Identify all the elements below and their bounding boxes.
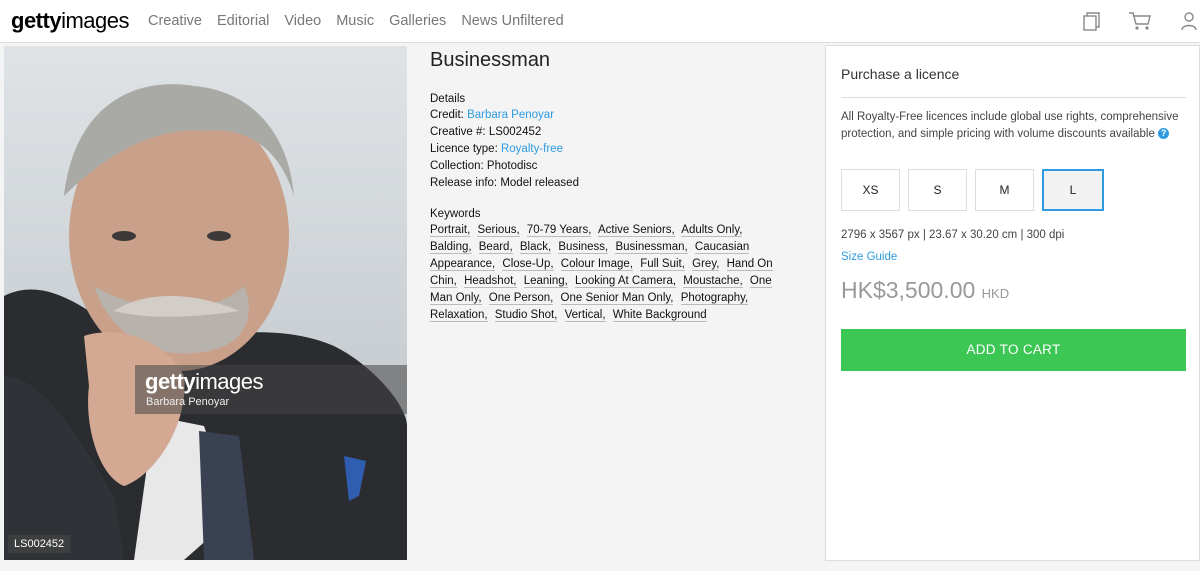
keyword-link[interactable]: 70-79 Years,	[526, 224, 592, 237]
release-value: Model released	[500, 177, 579, 189]
keyword-link[interactable]: Beard,	[478, 241, 513, 254]
keyword-link[interactable]: Serious,	[477, 224, 520, 237]
keyword-link[interactable]: Photography,	[680, 292, 749, 305]
user-icon[interactable]	[1178, 10, 1200, 32]
image-dimensions: 2796 x 3567 px | 23.67 x 30.20 cm | 300 …	[841, 229, 1065, 241]
licence-type-link[interactable]: Royalty-free	[501, 143, 563, 155]
size-option-m[interactable]: M	[975, 169, 1034, 211]
creative-label: Creative #:	[430, 126, 486, 138]
details-heading: Details	[430, 93, 466, 105]
help-icon[interactable]: ?	[1158, 128, 1170, 140]
price-amount: HK$3,500.00	[841, 277, 976, 303]
keyword-link[interactable]: Full Suit,	[640, 258, 685, 271]
licence-description-text: All Royalty-Free licences include global…	[841, 111, 1179, 140]
collection-row: Collection: Photodisc	[430, 159, 810, 173]
size-option-s[interactable]: S	[908, 169, 967, 211]
collection-value: Photodisc	[486, 160, 538, 172]
keyword-link[interactable]: White Background	[612, 309, 707, 322]
purchase-title: Purchase a licence	[841, 66, 960, 82]
keyword-link[interactable]: Adults Only,	[681, 224, 743, 237]
watermark-logo: gettyimages	[145, 369, 263, 395]
licence-type-row: Licence type: Royalty-free	[430, 142, 810, 156]
keyword-link[interactable]: Studio Shot,	[494, 309, 558, 322]
keyword-link[interactable]: Leaning,	[523, 275, 568, 288]
credit-label: Credit:	[430, 109, 464, 121]
price: HK$3,500.00 HKD	[841, 277, 1009, 304]
licence-description: All Royalty-Free licences include global…	[841, 109, 1186, 143]
nav-galleries[interactable]: Galleries	[389, 13, 446, 29]
getty-images-logo[interactable]: gettyimages	[11, 8, 129, 34]
purchase-panel: Purchase a licence All Royalty-Free lice…	[825, 45, 1200, 561]
size-option-l[interactable]: L	[1042, 169, 1104, 211]
cart-icon[interactable]	[1128, 10, 1152, 32]
add-to-cart-button[interactable]: ADD TO CART	[841, 329, 1186, 371]
top-navigation-bar: gettyimages Creative Editorial Video Mus…	[0, 0, 1200, 43]
keyword-link[interactable]: Balding,	[430, 241, 472, 254]
keyword-link[interactable]: Colour Image,	[560, 258, 633, 271]
logo-bold-text: getty	[11, 8, 62, 33]
keyword-link[interactable]: Headshot,	[464, 275, 517, 288]
size-guide-link[interactable]: Size Guide	[841, 251, 897, 263]
nav-creative[interactable]: Creative	[148, 13, 202, 29]
watermark-overlay: gettyimages Barbara Penoyar	[135, 365, 407, 414]
keyword-link[interactable]: One Senior Man Only,	[560, 292, 674, 305]
credit-row: Credit: Barbara Penoyar	[430, 108, 810, 122]
keyword-list: Portrait, Serious, 70-79 Years, Active S…	[430, 222, 790, 324]
boards-icon[interactable]	[1081, 10, 1103, 32]
price-currency: HKD	[981, 286, 1010, 301]
keyword-link[interactable]: Moustache,	[683, 275, 743, 288]
image-details: Businessman Details Credit: Barbara Peno…	[430, 46, 810, 324]
nav-editorial[interactable]: Editorial	[217, 13, 269, 29]
nav-news-unfiltered[interactable]: News Unfiltered	[461, 13, 563, 29]
watermark-credit: Barbara Penoyar	[146, 396, 230, 408]
keyword-link[interactable]: Close-Up,	[502, 258, 554, 271]
page-title: Businessman	[430, 49, 551, 71]
release-info-row: Release info: Model released	[430, 176, 810, 190]
image-id-tag: LS002452	[8, 535, 71, 553]
watermark-logo-bold: getty	[145, 369, 196, 394]
keyword-link[interactable]: Grey,	[692, 258, 720, 271]
watermark-logo-rest: images	[195, 369, 263, 394]
logo-rest-text: images	[61, 8, 129, 33]
keyword-link[interactable]: Black,	[519, 241, 552, 254]
product-image[interactable]: gettyimages Barbara Penoyar LS002452	[4, 46, 407, 560]
nav-music[interactable]: Music	[336, 13, 374, 29]
portrait-illustration	[4, 84, 407, 560]
keyword-link[interactable]: Businessman,	[615, 241, 688, 254]
size-option-xs[interactable]: XS	[841, 169, 900, 211]
size-selector: XS S M L	[841, 169, 1104, 211]
creative-value: LS002452	[488, 126, 542, 138]
keyword-link[interactable]: Business,	[558, 241, 609, 254]
collection-label: Collection:	[430, 160, 484, 172]
nav-video[interactable]: Video	[284, 13, 321, 29]
keyword-link[interactable]: Relaxation,	[430, 309, 488, 322]
creative-number-row: Creative #: LS002452	[430, 125, 810, 139]
credit-link[interactable]: Barbara Penoyar	[467, 109, 554, 121]
keyword-link[interactable]: Active Seniors,	[598, 224, 675, 237]
keywords-heading: Keywords	[430, 208, 481, 220]
keyword-link[interactable]: Looking At Camera,	[575, 275, 677, 288]
keyword-link[interactable]: Vertical,	[564, 309, 606, 322]
licence-label: Licence type:	[430, 143, 498, 155]
release-label: Release info:	[430, 177, 498, 189]
main-nav: Creative Editorial Video Music Galleries…	[148, 13, 564, 29]
keyword-link[interactable]: One Person,	[488, 292, 554, 305]
divider	[841, 97, 1186, 98]
keyword-link[interactable]: Portrait,	[430, 224, 471, 237]
